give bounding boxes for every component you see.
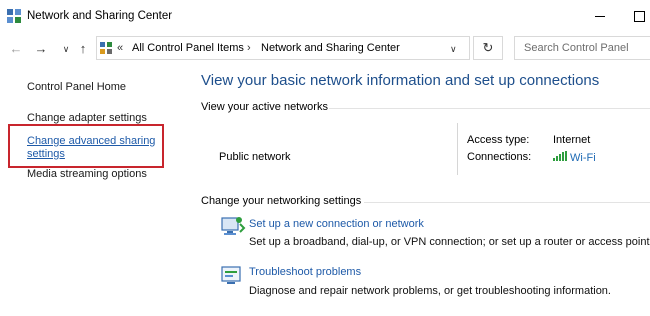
- address-dropdown-chevron-icon[interactable]: ∨: [450, 44, 457, 55]
- connections-label: Connections:: [467, 151, 532, 163]
- maximize-button[interactable]: [628, 9, 650, 23]
- main-content: View your basic network information and …: [189, 64, 650, 316]
- breadcrumb-overflow-icon[interactable]: «: [117, 42, 123, 54]
- search-input[interactable]: [522, 41, 646, 55]
- wifi-connection-label: Wi-Fi: [570, 152, 596, 164]
- page-title: View your basic network information and …: [201, 72, 600, 89]
- section-divider: [364, 202, 650, 203]
- navigation-bar: ← → ∨ ↑ « All Control Panel Items › Netw…: [0, 33, 650, 64]
- wifi-signal-icon: [553, 151, 567, 161]
- new-connection-icon: [221, 217, 246, 235]
- highlight-box: [8, 124, 164, 168]
- setup-new-connection-description: Set up a broadband, dial-up, or VPN conn…: [249, 236, 650, 248]
- troubleshoot-problems-description: Diagnose and repair network problems, or…: [249, 285, 611, 297]
- breadcrumb-network-and-sharing-center[interactable]: Network and Sharing Center: [261, 42, 400, 54]
- network-center-icon: [7, 9, 21, 23]
- sidebar-item-change-adapter-settings[interactable]: Change adapter settings: [27, 112, 147, 124]
- address-bar[interactable]: « All Control Panel Items › Network and …: [96, 36, 470, 60]
- search-box[interactable]: [514, 36, 650, 60]
- access-type-value: Internet: [553, 134, 591, 146]
- control-panel-icon: [100, 42, 112, 54]
- network-name: Public network: [219, 151, 291, 163]
- sidebar-item-media-streaming-options[interactable]: Media streaming options: [27, 168, 147, 180]
- access-type-label: Access type:: [467, 134, 530, 146]
- networking-settings-title: Change your networking settings: [201, 195, 362, 207]
- breadcrumb-separator-icon[interactable]: ›: [247, 42, 251, 54]
- troubleshoot-problems-link[interactable]: Troubleshoot problems: [249, 266, 361, 278]
- window-title: Network and Sharing Center: [27, 10, 173, 22]
- up-arrow-icon[interactable]: ↑: [74, 40, 92, 58]
- troubleshoot-icon: [221, 266, 241, 284]
- breadcrumb-all-control-panel-items[interactable]: All Control Panel Items: [132, 42, 244, 54]
- title-bar: Network and Sharing Center: [0, 0, 650, 33]
- setup-new-connection-link[interactable]: Set up a new connection or network: [249, 218, 424, 230]
- section-divider: [329, 108, 650, 109]
- network-info-divider: [457, 123, 458, 175]
- back-arrow-icon[interactable]: ←: [7, 40, 25, 58]
- active-networks-title: View your active networks: [201, 101, 328, 113]
- wifi-connection-link[interactable]: Wi-Fi: [553, 151, 596, 164]
- recent-locations-chevron-icon[interactable]: ∨: [57, 40, 75, 58]
- refresh-button[interactable]: ↻: [473, 36, 503, 60]
- forward-arrow-icon[interactable]: →: [32, 40, 50, 58]
- refresh-icon: ↻: [482, 40, 494, 55]
- minimize-button[interactable]: [586, 9, 614, 23]
- sidebar-item-control-panel-home[interactable]: Control Panel Home: [27, 81, 126, 93]
- sidebar: Control Panel Home Change adapter settin…: [0, 64, 189, 316]
